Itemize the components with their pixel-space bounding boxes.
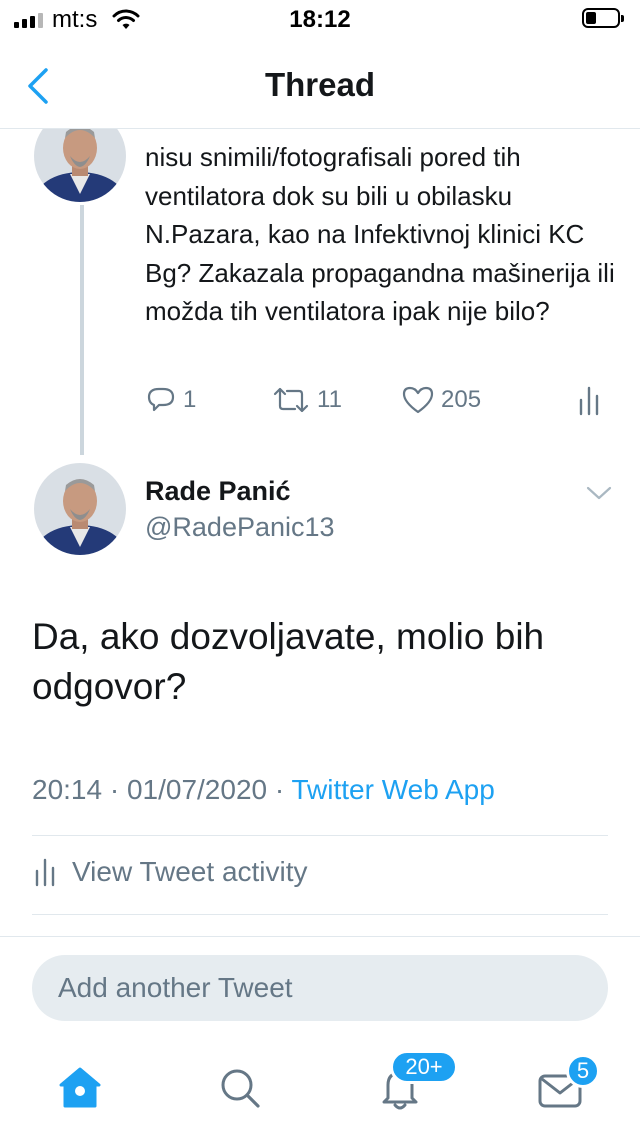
view-tweet-activity-label: View Tweet activity (72, 856, 308, 887)
thread-connector-line (80, 205, 84, 455)
retweet-button[interactable]: 11 (271, 384, 342, 416)
add-another-tweet-input[interactable]: Add another Tweet (32, 955, 608, 1021)
analytics-icon (579, 386, 599, 416)
reply-count: 1 (183, 386, 197, 413)
heart-icon (402, 386, 434, 414)
author-avatar[interactable] (34, 463, 126, 555)
author-name[interactable]: Rade Panić (145, 476, 291, 507)
divider (32, 835, 608, 836)
divider (32, 914, 608, 915)
view-tweet-activity-button[interactable]: View Tweet activity (34, 856, 308, 888)
battery-icon (582, 8, 626, 30)
compose-placeholder: Add another Tweet (58, 972, 293, 1003)
author-handle[interactable]: @RadePanic13 (145, 512, 335, 543)
parent-tweet-text: nisu snimili/fotografisali pored tih ven… (145, 142, 615, 326)
tweet-source-link[interactable]: Twitter Web App (291, 774, 494, 805)
search-icon[interactable] (212, 1060, 268, 1116)
status-time: 18:12 (289, 6, 351, 33)
like-count: 205 (441, 386, 482, 413)
retweet-count: 11 (317, 386, 342, 413)
tweet-actions: 1 11 205 (145, 384, 615, 424)
messages-badge: 5 (566, 1054, 600, 1088)
tweet-text: Da, ako dozvoljavate, molio bih odgovor? (32, 616, 545, 707)
reply-icon (147, 387, 175, 412)
analytics-icon (35, 858, 55, 887)
navigation-bar: Thread (0, 40, 640, 129)
analytics-button[interactable] (577, 384, 605, 416)
page-title: Thread (264, 66, 376, 103)
status-bar: mt:s 18:12 (0, 0, 640, 40)
reply-button[interactable]: 1 (145, 384, 196, 416)
chevron-down-icon[interactable] (584, 482, 614, 504)
tweet-metadata: 20:14 · 01/07/2020 · Twitter Web App (32, 774, 495, 806)
home-icon[interactable] (52, 1060, 108, 1116)
compose-separator (0, 936, 640, 937)
tab-bar: 20+ 5 (0, 1040, 640, 1136)
notifications-badge: 20+ (390, 1050, 458, 1084)
tweet-timestamp: 20:14 · 01/07/2020 · (32, 774, 292, 805)
like-button[interactable]: 205 (401, 384, 481, 416)
retweet-icon (273, 387, 309, 413)
